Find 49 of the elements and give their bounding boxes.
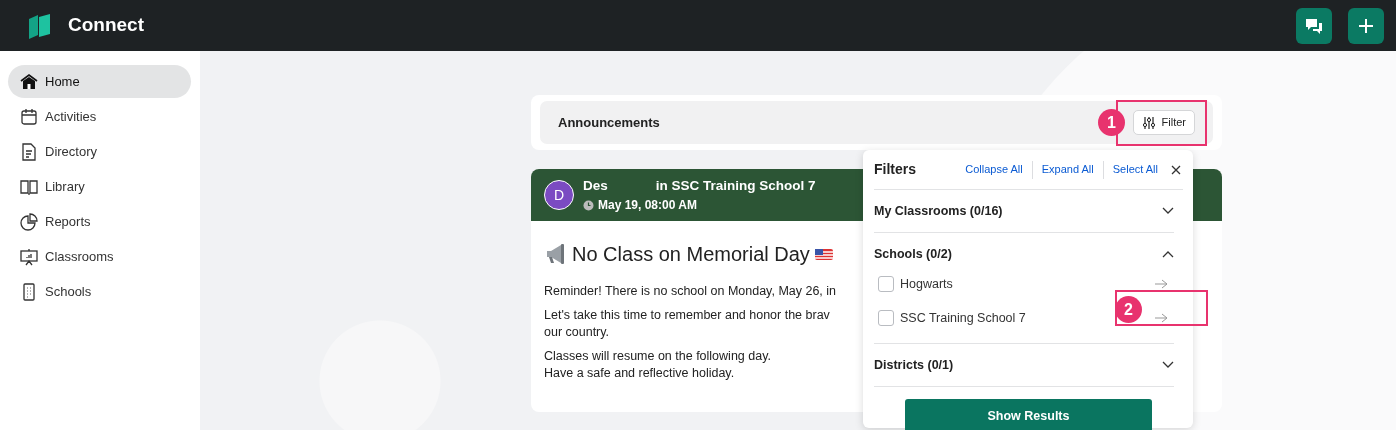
- chevron-icon: [1162, 250, 1174, 258]
- logo-icon: [26, 12, 52, 39]
- checkbox[interactable]: [878, 276, 894, 292]
- filter-option-label: Hogwarts: [900, 275, 953, 293]
- show-results-button[interactable]: Show Results: [905, 399, 1152, 430]
- sidebar-item[interactable]: Directory: [8, 135, 191, 168]
- document-icon: [20, 142, 38, 161]
- arrow-right-icon: [1154, 279, 1168, 289]
- pie-chart-icon: [20, 212, 38, 231]
- checkbox[interactable]: [878, 310, 894, 326]
- link-button[interactable]: Select All: [1103, 161, 1167, 178]
- close-icon: [1171, 164, 1181, 175]
- filter-option-label: SSC Training School 7: [900, 309, 1026, 327]
- author-name: Des: [583, 176, 608, 195]
- app-name: Connect: [68, 13, 144, 38]
- presentation-board-icon: [20, 247, 38, 266]
- sliders-icon: [1141, 115, 1156, 130]
- chat-button[interactable]: [1296, 7, 1332, 44]
- post-time: May 19, 08:00 AM: [598, 197, 697, 215]
- sidebar-item[interactable]: Library: [8, 170, 191, 203]
- home-icon: [20, 72, 38, 91]
- avatar: D: [544, 180, 574, 210]
- chevron-icon: [1162, 207, 1174, 215]
- sidebar-item[interactable]: Activities: [8, 100, 191, 133]
- sidebar-item[interactable]: Schools: [8, 275, 191, 308]
- post-paragraph: Let's take this time to remember and honor the brav our country.: [544, 307, 830, 341]
- calendar-icon: [20, 107, 38, 126]
- post-location: in SSC Training School 7: [655, 176, 816, 195]
- chevron-icon: [1162, 361, 1174, 369]
- post-paragraph: Reminder! There is no school on Monday, May 26, in: [544, 283, 837, 300]
- filter-section-header[interactable]: Schools (0/2): [874, 233, 1174, 275]
- section-title: Announcements: [558, 113, 660, 132]
- link-button[interactable]: Collapse All: [956, 161, 1032, 178]
- sidebar-item[interactable]: Reports: [8, 205, 191, 238]
- clock-icon: [583, 199, 594, 211]
- post-paragraph: Classes will resume on the following day. Have a safe and reflective holiday.: [544, 348, 771, 382]
- building-icon: [20, 282, 38, 301]
- add-button[interactable]: [1348, 7, 1384, 44]
- post-title: No Class on Memorial Day: [572, 242, 810, 267]
- filter-section-header[interactable]: My Classrooms (0/16): [874, 190, 1174, 232]
- filter-button[interactable]: Filter: [1132, 110, 1195, 135]
- filter-section-header[interactable]: Districts (0/1): [874, 344, 1174, 386]
- popover-title: Filters: [874, 160, 916, 179]
- sidebar-item[interactable]: Classrooms: [8, 240, 191, 273]
- link-button[interactable]: Expand All: [1032, 161, 1103, 178]
- flag-icon: [813, 246, 834, 262]
- book-icon: [20, 177, 38, 196]
- arrow-right-icon: [1154, 313, 1168, 323]
- sidebar-item[interactable]: Home: [8, 65, 191, 98]
